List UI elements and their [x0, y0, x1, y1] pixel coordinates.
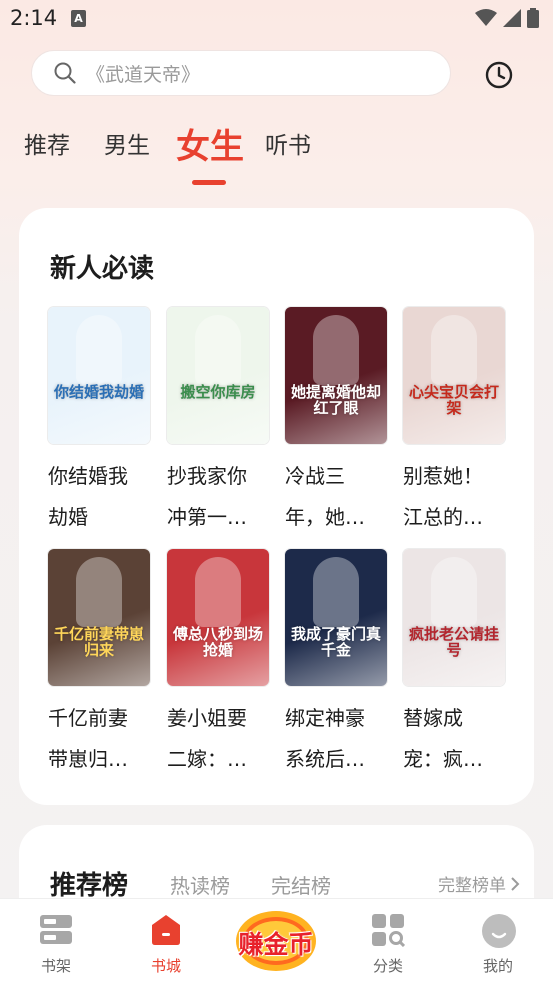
- book-cover[interactable]: 我成了豪门真千金: [285, 549, 387, 686]
- tab-audiobook[interactable]: 听书: [265, 126, 311, 160]
- earn-coins-button[interactable]: 赚金币: [228, 907, 324, 973]
- cover-illustration: [76, 315, 122, 385]
- book-title-line2: 江总的…: [403, 505, 483, 529]
- nav-category-label: 分类: [372, 957, 403, 975]
- tab-indicator: [192, 180, 226, 185]
- cover-illustration: [313, 557, 359, 627]
- book-cover[interactable]: 她提离婚他却红了眼: [285, 307, 387, 444]
- book-title-line1: 千亿前妻: [48, 706, 128, 730]
- book-item[interactable]: 她提离婚他却红了眼冷战三年，她…: [285, 307, 389, 538]
- cover-illustration: [431, 557, 477, 627]
- status-icons: [475, 8, 539, 28]
- tab-finished-ranking[interactable]: 完结榜: [271, 870, 331, 899]
- cover-title: 她提离婚他却红了眼: [290, 383, 381, 417]
- tab-recommend-ranking[interactable]: 推荐榜: [50, 865, 128, 902]
- book-item[interactable]: 我成了豪门真千金绑定神豪系统后…: [285, 549, 389, 780]
- cover-title: 心尖宝贝会打架: [408, 383, 499, 417]
- book-title: 姜小姐要二嫁：…: [167, 698, 275, 780]
- book-title: 替嫁成宠：疯…: [403, 698, 511, 780]
- book-item[interactable]: 搬空你库房抄我家你冲第一…: [167, 307, 271, 538]
- book-title-line1: 抄我家你: [167, 464, 247, 488]
- search-row: 《武道天帝》: [0, 50, 553, 98]
- chevron-right-icon: [511, 876, 520, 891]
- book-title: 你结婚我 劫婚: [48, 456, 156, 538]
- nav-bookshelf-label: 书架: [40, 957, 71, 975]
- book-item[interactable]: 傅总八秒到场抢婚姜小姐要二嫁：…: [167, 549, 271, 780]
- bookshelf-icon: [39, 913, 73, 947]
- cover-title: 千亿前妻带崽归来: [53, 625, 144, 659]
- tab-male[interactable]: 男生: [104, 126, 150, 160]
- tab-hot-ranking[interactable]: 热读榜: [170, 870, 230, 899]
- book-title-line1: 别惹她！: [403, 464, 483, 488]
- book-cover[interactable]: 疯批老公请挂号: [403, 549, 505, 686]
- cover-illustration: [76, 557, 122, 627]
- nav-bookstore[interactable]: 书城: [131, 913, 201, 976]
- book-title-line2: 劫婚: [48, 505, 88, 529]
- nav-profile[interactable]: 我的: [463, 913, 533, 976]
- book-item[interactable]: 疯批老公请挂号替嫁成宠：疯…: [403, 549, 507, 780]
- book-title-line2: 年，她…: [285, 505, 365, 529]
- tab-recommend[interactable]: 推荐: [24, 126, 70, 160]
- book-title-line1: 替嫁成: [403, 706, 463, 730]
- cover-illustration: [195, 557, 241, 627]
- battery-icon: [527, 8, 539, 28]
- section-title: 新人必读: [50, 254, 155, 284]
- search-bar[interactable]: 《武道天帝》: [31, 50, 451, 96]
- cover-title: 搬空你库房: [180, 383, 256, 401]
- book-title-line2: 宠：疯…: [403, 747, 483, 771]
- book-title-line1: 绑定神豪: [285, 706, 365, 730]
- book-title-line2: 二嫁：…: [167, 747, 247, 771]
- cover-title: 我成了豪门真千金: [290, 625, 381, 659]
- book-cover[interactable]: 傅总八秒到场抢婚: [167, 549, 269, 686]
- book-title: 千亿前妻带崽归…: [48, 698, 156, 780]
- book-cover[interactable]: 千亿前妻带崽归来: [48, 549, 150, 686]
- nav-bookshelf[interactable]: 书架: [21, 913, 91, 976]
- search-placeholder: 《武道天帝》: [86, 63, 201, 86]
- search-icon: [54, 62, 76, 84]
- book-cover[interactable]: 心尖宝贝会打架: [403, 307, 505, 444]
- notification-icon: A: [71, 10, 86, 27]
- status-bar: 2:14 A: [0, 0, 553, 38]
- book-cover[interactable]: 你结婚我劫婚: [48, 307, 150, 444]
- book-title: 绑定神豪系统后…: [285, 698, 393, 780]
- nav-profile-label: 我的: [482, 957, 513, 975]
- full-ranking-label: 完整榜单: [438, 876, 506, 896]
- book-cover[interactable]: 搬空你库房: [167, 307, 269, 444]
- profile-icon: [481, 913, 516, 948]
- book-title-line2: 冲第一…: [167, 505, 247, 529]
- signal-icon: [503, 9, 521, 27]
- book-item[interactable]: 你结婚我劫婚 你结婚我 劫婚: [48, 307, 152, 538]
- cover-title: 疯批老公请挂号: [408, 625, 499, 659]
- earn-coins-label: 赚金币: [238, 930, 314, 959]
- book-title-line2: 带崽归…: [48, 747, 128, 771]
- bookstore-icon: [149, 913, 183, 947]
- book-title-line1: 冷战三: [285, 464, 345, 488]
- status-time: 2:14: [10, 6, 58, 30]
- tab-female[interactable]: 女生: [176, 119, 244, 168]
- book-item[interactable]: 心尖宝贝会打架别惹她！ 江总的…: [403, 307, 507, 538]
- bottom-nav: 书架 书城 赚金币 分类 我的: [0, 898, 553, 984]
- wifi-icon: [475, 9, 497, 26]
- book-title-line1: 姜小姐要: [167, 706, 247, 730]
- cover-illustration: [313, 315, 359, 385]
- cover-illustration: [195, 315, 241, 385]
- book-title-line1: 你结婚我: [48, 464, 128, 488]
- cover-illustration: [431, 315, 477, 385]
- full-ranking-link[interactable]: 完整榜单: [438, 871, 520, 896]
- book-title: 冷战三年，她…: [285, 456, 393, 538]
- book-title: 别惹她！ 江总的…: [403, 456, 511, 538]
- history-icon[interactable]: [484, 60, 514, 90]
- nav-category[interactable]: 分类: [353, 913, 423, 976]
- new-reader-section: 新人必读 你结婚我劫婚 你结婚我 劫婚 搬空你库房 抄我家你 冲第一… 她提离婚他却红了眼冷…: [19, 208, 534, 805]
- book-item[interactable]: 千亿前妻带崽归来千亿前妻带崽归…: [48, 549, 152, 780]
- category-icon: [371, 913, 406, 948]
- nav-bookstore-label: 书城: [150, 957, 181, 975]
- book-title: 抄我家你冲第一…: [167, 456, 275, 538]
- cover-title: 傅总八秒到场抢婚: [172, 625, 263, 659]
- ranking-tabs: 推荐榜 热读榜 完结榜 完整榜单: [50, 865, 520, 901]
- book-title-line2: 系统后…: [285, 747, 365, 771]
- cover-title: 你结婚我劫婚: [53, 383, 144, 401]
